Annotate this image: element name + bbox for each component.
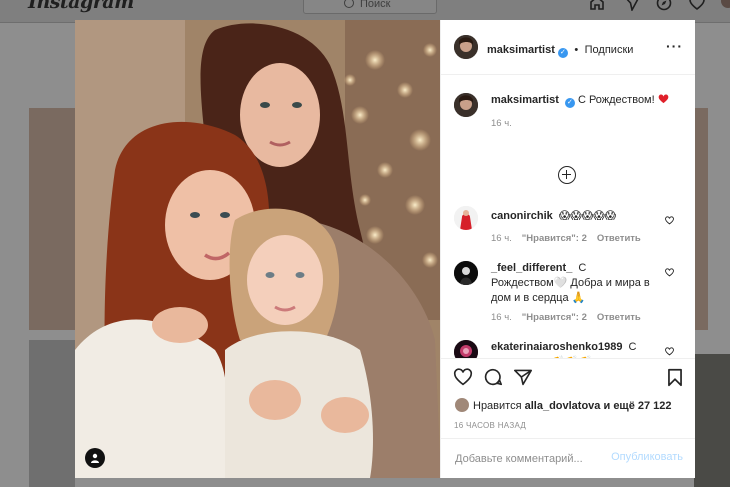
caption-meta: 16 ч. xyxy=(491,118,522,129)
like-comment-heart-icon[interactable] xyxy=(665,216,674,225)
comment-time[interactable]: 16 ч. xyxy=(491,233,512,244)
commenter-avatar-image xyxy=(454,206,478,230)
background-post-tile xyxy=(694,354,730,487)
save-bookmark-icon[interactable] xyxy=(667,368,683,387)
comment-time[interactable]: 16 ч. xyxy=(491,312,512,323)
direct-icon[interactable] xyxy=(624,0,640,11)
comment-meta: 16 ч. "Нравится": 2 Ответить xyxy=(491,312,651,323)
comment-meta: 16 ч. "Нравится": 2 Ответить xyxy=(491,233,651,244)
liked-by-prefix: Нравится xyxy=(473,400,522,412)
author-avatar-image xyxy=(454,93,478,117)
liked-by-avatar[interactable] xyxy=(455,398,469,412)
background-post-tile xyxy=(29,340,75,487)
red-heart-emoji-icon xyxy=(658,94,669,104)
liked-by-count[interactable]: и ещё 27 122 xyxy=(604,400,672,412)
commenter-avatar-image xyxy=(454,261,478,285)
author-username[interactable]: maksimartist xyxy=(487,44,555,56)
comment-username[interactable]: _feel_different_ xyxy=(491,262,572,274)
reply-button[interactable]: Ответить xyxy=(597,312,641,323)
commenter-avatar[interactable] xyxy=(454,261,478,285)
comment-text: canonirchik 😱😱😱😱😱 xyxy=(491,209,616,224)
comment-text: ekaterinaiaroshenko1989 С праздником👏👏👏 xyxy=(491,340,651,358)
comment-bubble-icon[interactable] xyxy=(483,368,503,386)
author-avatar[interactable] xyxy=(454,35,478,59)
caption-author-avatar[interactable] xyxy=(454,93,478,117)
post-header: maksimartist ✓ • Подписки ··· xyxy=(441,20,695,75)
post-actions: Нравится alla_dovlatova и ещё 27 122 16 … xyxy=(441,358,695,439)
family-photo-illustration xyxy=(75,20,441,478)
comments-list: maksimartist ✓ С Рождеством! 16 ч. canoni… xyxy=(441,75,695,358)
following-button[interactable]: Подписки xyxy=(585,44,634,56)
post-time-ago[interactable]: 16 ЧАСОВ НАЗАД xyxy=(454,421,526,430)
share-direct-icon[interactable] xyxy=(513,368,533,386)
comment-username[interactable]: ekaterinaiaroshenko1989 xyxy=(491,341,622,353)
caption-text: maksimartist ✓ С Рождеством! xyxy=(491,93,669,108)
comment-text: _feel_different_ С Рождеством🤍 Добра и м… xyxy=(491,261,651,306)
publish-button[interactable]: Опубликовать xyxy=(611,451,683,463)
search-icon xyxy=(344,0,354,8)
more-options-icon[interactable]: ··· xyxy=(666,39,683,53)
tagged-users-button[interactable] xyxy=(85,448,105,468)
caption-body: С Рождеством! xyxy=(577,94,655,106)
background-post-tile xyxy=(29,108,75,330)
comment-likes[interactable]: "Нравится": 2 xyxy=(522,233,587,244)
reply-button[interactable]: Ответить xyxy=(597,233,641,244)
like-heart-icon[interactable] xyxy=(453,368,473,386)
author-avatar-image xyxy=(454,35,478,59)
commenter-avatar-image xyxy=(454,340,478,358)
comment-body: 😱😱😱😱😱 xyxy=(558,210,617,222)
search-placeholder: Поиск xyxy=(360,0,391,10)
home-icon[interactable] xyxy=(589,0,605,11)
verified-badge-icon: ✓ xyxy=(564,98,575,108)
separator-dot: • xyxy=(574,44,579,56)
explore-icon[interactable] xyxy=(656,0,672,11)
caption-time[interactable]: 16 ч. xyxy=(491,118,512,129)
commenter-avatar[interactable] xyxy=(454,206,478,230)
user-icon xyxy=(91,453,99,463)
comment-likes[interactable]: "Нравится": 2 xyxy=(522,312,587,323)
liked-by-line: Нравится alla_dovlatova и ещё 27 122 xyxy=(455,398,672,412)
comment-username[interactable]: canonirchik xyxy=(491,210,553,222)
caption-username[interactable]: maksimartist xyxy=(491,94,559,106)
instagram-logo[interactable]: Instagram xyxy=(28,0,134,13)
commenter-avatar[interactable] xyxy=(454,340,478,358)
activity-heart-icon[interactable] xyxy=(689,0,705,11)
verified-badge-icon: ✓ xyxy=(557,48,568,58)
add-comment-bar: Опубликовать xyxy=(441,438,695,479)
like-comment-heart-icon[interactable] xyxy=(665,268,674,277)
profile-avatar-icon[interactable] xyxy=(721,0,730,8)
comment-input[interactable] xyxy=(453,449,607,469)
background-post-tile xyxy=(694,108,708,330)
search-input[interactable]: Поиск xyxy=(303,0,437,14)
load-more-comments-icon[interactable] xyxy=(558,166,576,184)
header-author-line: maksimartist ✓ • Подписки xyxy=(487,40,633,58)
liked-by-username[interactable]: alla_dovlatova xyxy=(525,400,601,412)
like-comment-heart-icon[interactable] xyxy=(665,347,674,356)
post-side-panel: maksimartist ✓ • Подписки ··· maksimartis… xyxy=(440,20,695,478)
post-photo[interactable] xyxy=(75,20,441,478)
